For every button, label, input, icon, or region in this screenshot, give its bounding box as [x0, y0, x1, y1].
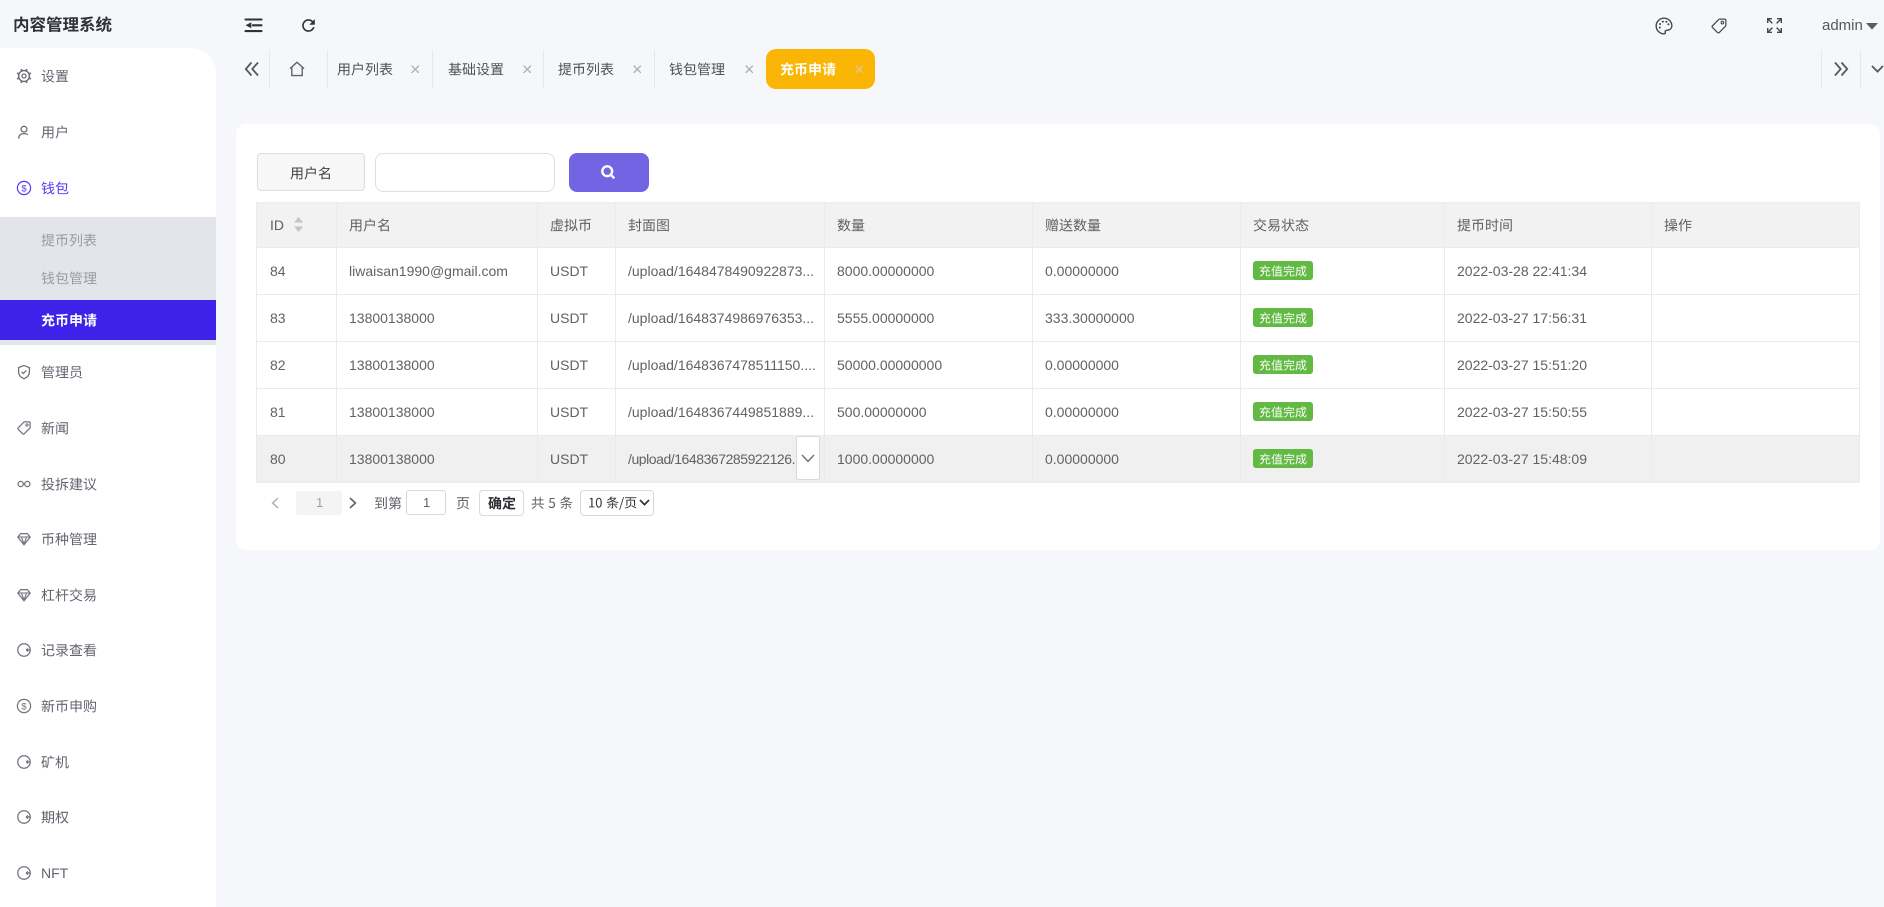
svg-text:$: $ — [21, 183, 27, 194]
svg-text:$: $ — [21, 701, 27, 712]
